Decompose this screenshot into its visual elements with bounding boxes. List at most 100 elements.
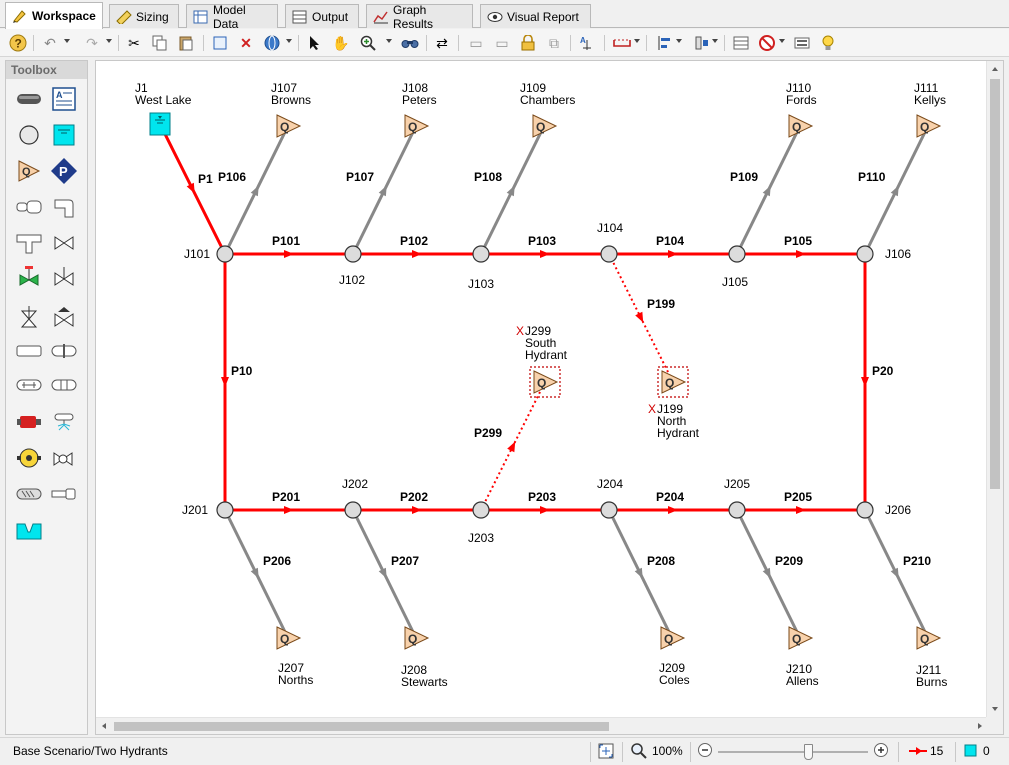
pan-hand-icon[interactable]: ✋ bbox=[331, 33, 351, 53]
vertical-scrollbar[interactable] bbox=[986, 61, 1003, 717]
tab-output[interactable]: Output bbox=[285, 4, 359, 28]
pipe-p105[interactable] bbox=[737, 250, 865, 258]
select-all-icon[interactable] bbox=[210, 33, 230, 53]
pipe-p210[interactable] bbox=[863, 509, 930, 639]
junction-j201[interactable] bbox=[216, 501, 234, 519]
vertical-scroll-thumb[interactable] bbox=[990, 79, 1000, 489]
pipe-p209[interactable] bbox=[735, 509, 802, 639]
annotation-icon[interactable]: A bbox=[577, 33, 597, 53]
undo-icon[interactable]: ↶ bbox=[40, 33, 60, 53]
paste-icon[interactable] bbox=[176, 33, 196, 53]
find-icon[interactable] bbox=[400, 33, 420, 53]
align-icon[interactable] bbox=[654, 33, 674, 53]
bend-tool-icon[interactable] bbox=[49, 193, 79, 221]
junction-j101[interactable] bbox=[216, 245, 234, 263]
table-icon[interactable] bbox=[731, 33, 751, 53]
reservoir-j1[interactable] bbox=[149, 112, 171, 136]
relief-valve-tool-icon[interactable] bbox=[14, 303, 44, 331]
help-icon[interactable]: ? bbox=[8, 33, 28, 53]
pipe-p206[interactable] bbox=[223, 509, 290, 639]
horizontal-scroll-thumb[interactable] bbox=[114, 722, 609, 731]
delete-icon[interactable]: ✕ bbox=[236, 33, 256, 53]
assigned-flow-j108[interactable]: Q bbox=[404, 114, 430, 138]
heat-exchanger-tool-icon[interactable] bbox=[14, 371, 44, 399]
workspace-canvas[interactable]: Q Q Q Q Q Q Q Q Q Q Q Q P1 P101 P102 P103 P104 P105 P10 P2… bbox=[95, 60, 1004, 735]
tab-sizing[interactable]: Sizing bbox=[109, 4, 179, 28]
no-entry-icon[interactable] bbox=[757, 33, 777, 53]
tab-workspace[interactable]: Workspace bbox=[5, 2, 103, 29]
redo-icon[interactable]: ↷ bbox=[82, 33, 102, 53]
pipe-p208[interactable] bbox=[607, 509, 674, 639]
junction-j205[interactable] bbox=[728, 501, 746, 519]
scroll-left-icon[interactable] bbox=[102, 723, 106, 729]
assigned-flow-j110[interactable]: Q bbox=[788, 114, 814, 138]
pipe-p199[interactable] bbox=[608, 253, 674, 383]
tab-graph-results[interactable]: Graph Results bbox=[366, 3, 473, 31]
assigned-flow-tool-icon[interactable]: Q bbox=[14, 157, 44, 185]
junction-j102[interactable] bbox=[344, 245, 362, 263]
assigned-flow-j207[interactable]: Q bbox=[276, 626, 302, 650]
volume-balance-tool-icon[interactable] bbox=[14, 444, 44, 472]
tab-model-data[interactable]: Model Data bbox=[186, 3, 278, 31]
pipe-p102[interactable] bbox=[353, 250, 481, 258]
assigned-flow-j209[interactable]: Q bbox=[660, 626, 686, 650]
pipe-p20[interactable] bbox=[861, 254, 869, 510]
reverse-direction-icon[interactable]: ⇄ bbox=[432, 33, 452, 53]
pipe-p1[interactable] bbox=[158, 123, 227, 255]
general-component-tool-icon[interactable] bbox=[49, 444, 79, 472]
pipe-p205[interactable] bbox=[737, 506, 865, 514]
pipe-p103[interactable] bbox=[481, 250, 609, 258]
cut-icon[interactable]: ✂ bbox=[124, 33, 144, 53]
annotation-tool-icon[interactable]: A bbox=[49, 85, 79, 113]
pipe-p203[interactable] bbox=[481, 506, 609, 514]
junction-j103[interactable] bbox=[472, 245, 490, 263]
pipe-p201[interactable] bbox=[225, 506, 353, 514]
assigned-flow-j109[interactable]: Q bbox=[532, 114, 558, 138]
orifice-tool-icon[interactable] bbox=[49, 337, 79, 365]
assigned-flow-j211[interactable]: Q bbox=[916, 626, 942, 650]
zoom-slider[interactable] bbox=[718, 744, 868, 760]
zoom-out-icon[interactable] bbox=[697, 742, 713, 758]
send-back-icon[interactable]: ▭ bbox=[466, 33, 486, 53]
assigned-flow-j107[interactable]: Q bbox=[276, 114, 302, 138]
bring-front-icon[interactable]: ▭ bbox=[492, 33, 512, 53]
fit-to-window-icon[interactable] bbox=[597, 742, 615, 760]
filter-tool-icon[interactable] bbox=[14, 480, 44, 508]
assigned-flow-j111[interactable]: Q bbox=[916, 114, 942, 138]
scroll-up-icon[interactable] bbox=[992, 67, 998, 71]
pipe-p101[interactable] bbox=[225, 250, 353, 258]
junction-tool-icon[interactable] bbox=[14, 121, 44, 149]
assigned-flow-j210[interactable]: Q bbox=[788, 626, 814, 650]
junction-j105[interactable] bbox=[728, 245, 746, 263]
junction-j104[interactable] bbox=[600, 245, 618, 263]
pressure-valve-tool-icon[interactable] bbox=[49, 303, 79, 331]
sprinkler-tool-icon[interactable] bbox=[49, 408, 79, 436]
valve-tool-icon[interactable] bbox=[49, 229, 79, 257]
pointer-icon[interactable] bbox=[305, 33, 325, 53]
check-valve-tool-icon[interactable] bbox=[14, 263, 44, 291]
lightbulb-icon[interactable] bbox=[818, 33, 838, 53]
area-change-tool-icon[interactable] bbox=[14, 193, 44, 221]
junction-j203[interactable] bbox=[472, 501, 490, 519]
reservoir-tool-icon[interactable] bbox=[49, 121, 79, 149]
pipe-p104[interactable] bbox=[609, 250, 737, 258]
lock-icon[interactable] bbox=[518, 33, 538, 53]
pipe-p202[interactable] bbox=[353, 506, 481, 514]
pipe-p110[interactable] bbox=[863, 125, 930, 255]
scroll-right-icon[interactable] bbox=[978, 723, 982, 729]
zoom-icon[interactable] bbox=[358, 33, 378, 53]
scroll-down-icon[interactable] bbox=[992, 707, 998, 711]
junction-j204[interactable] bbox=[600, 501, 618, 519]
globe-icon[interactable] bbox=[262, 33, 282, 53]
layers-icon[interactable] bbox=[792, 33, 812, 53]
horizontal-scrollbar[interactable] bbox=[96, 717, 988, 734]
pipe-p207[interactable] bbox=[351, 509, 418, 639]
pump-tool-icon[interactable]: P bbox=[49, 157, 79, 185]
tab-visual-report[interactable]: Visual Report bbox=[480, 4, 591, 28]
screen-tool-icon[interactable] bbox=[49, 371, 79, 399]
junction-j106[interactable] bbox=[856, 245, 874, 263]
dead-end-tool-icon[interactable] bbox=[49, 480, 79, 508]
distribute-icon[interactable] bbox=[692, 33, 712, 53]
tee-tool-icon[interactable] bbox=[14, 229, 44, 257]
control-valve-tool-icon[interactable] bbox=[49, 263, 79, 291]
